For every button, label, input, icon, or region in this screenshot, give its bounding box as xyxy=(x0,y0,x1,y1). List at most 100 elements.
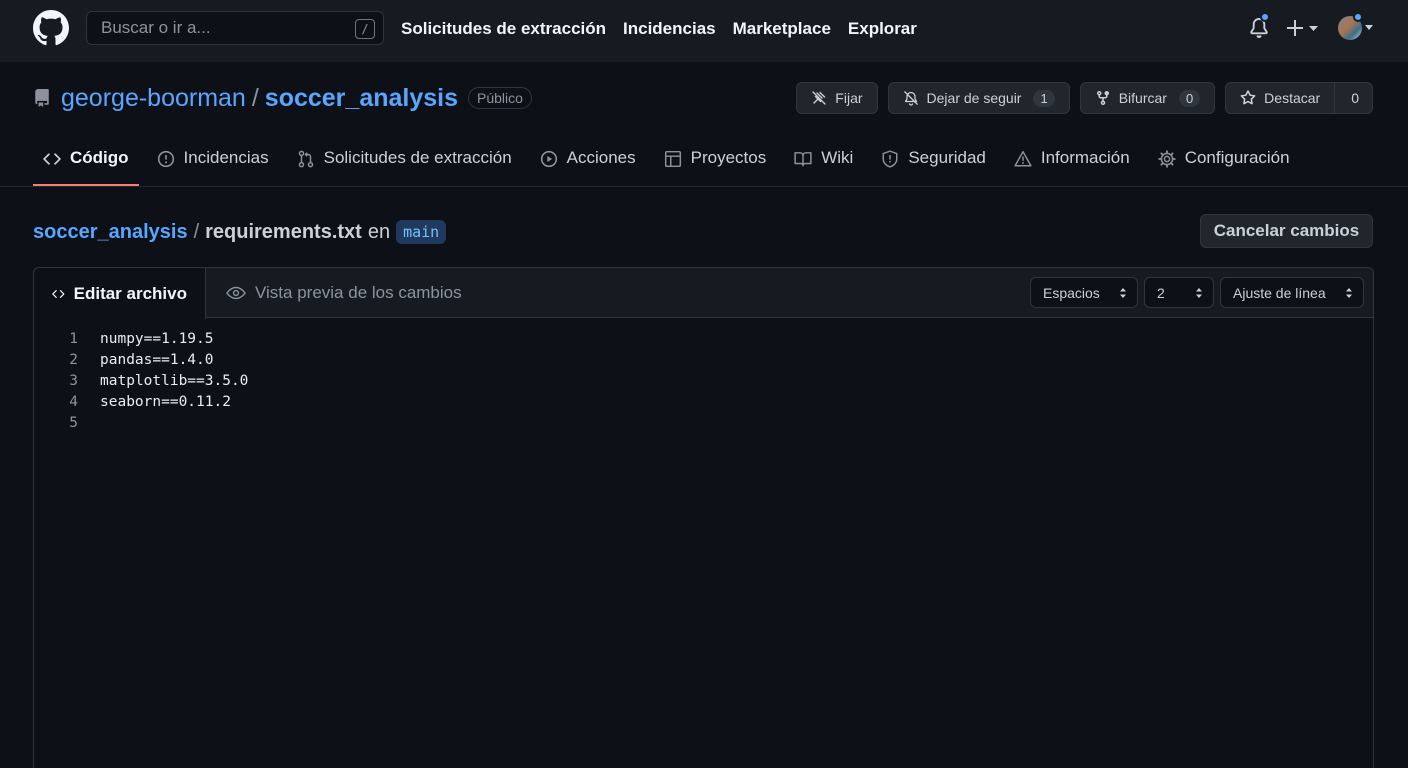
tab-insights-label: Información xyxy=(1040,148,1130,167)
line-text[interactable]: pandas==1.4.0 xyxy=(100,352,214,368)
star-icon xyxy=(1240,90,1256,105)
visibility-badge: Público xyxy=(468,87,532,109)
pull-request-icon xyxy=(298,150,313,168)
chevron-down-icon[interactable] xyxy=(1365,25,1373,30)
pin-off-icon xyxy=(812,91,826,105)
search-shortcut-key: / xyxy=(355,19,375,39)
search-input[interactable] xyxy=(101,18,341,38)
repo-actions: Fijar Dejar de seguir 1 Bifurcar 0 Desta… xyxy=(796,82,1373,114)
tab-wiki[interactable]: Wiki xyxy=(784,138,863,186)
indent-mode-value: Espacios xyxy=(1043,284,1100,301)
star-label: Destacar xyxy=(1264,90,1321,106)
tab-edit-file[interactable]: Editar archivo xyxy=(34,268,206,319)
tab-preview-changes[interactable]: Vista previa de los cambios xyxy=(208,268,480,318)
line-text[interactable]: matplotlib==3.5.0 xyxy=(100,373,248,389)
cancel-changes-button[interactable]: Cancelar cambios xyxy=(1200,214,1373,248)
breadcrumb-separator: / xyxy=(193,220,200,243)
code-line[interactable]: 5 xyxy=(34,412,1373,433)
line-text[interactable]: seaborn==0.11.2 xyxy=(100,394,231,410)
notification-dot xyxy=(1260,12,1270,22)
breadcrumb: soccer_analysis / requirements.txt en ma… xyxy=(33,218,447,246)
tab-projects-label: Proyectos xyxy=(690,148,767,167)
code-editor[interactable]: 1 numpy==1.19.5 2 pandas==1.4.0 3 matplo… xyxy=(34,328,1373,433)
search-box[interactable]: / xyxy=(86,11,384,45)
watchers-count: 1 xyxy=(1033,89,1055,107)
tab-issues[interactable]: Incidencias xyxy=(147,138,279,186)
line-number: 4 xyxy=(69,393,78,410)
select-arrows-icon xyxy=(1196,288,1202,298)
plus-icon[interactable] xyxy=(1286,17,1322,39)
bell-slash-icon xyxy=(903,91,918,106)
pin-button[interactable]: Fijar xyxy=(796,82,878,114)
repo-tabs: Código Incidencias Solicitudes de extrac… xyxy=(33,138,1308,186)
tab-projects[interactable]: Proyectos xyxy=(654,138,777,186)
editor-toolbar: Editar archivo Vista previa de los cambi… xyxy=(34,268,1373,319)
line-number: 2 xyxy=(69,351,78,368)
github-logo-icon[interactable] xyxy=(33,10,69,46)
code-line[interactable]: 3 matplotlib==3.5.0 xyxy=(34,370,1373,391)
repo-icon xyxy=(35,89,49,107)
tabs-divider xyxy=(0,186,1408,187)
play-icon xyxy=(540,150,557,168)
fork-icon xyxy=(1096,91,1109,106)
tab-security[interactable]: Seguridad xyxy=(871,138,996,186)
fork-button[interactable]: Bifurcar 0 xyxy=(1079,82,1216,114)
breadcrumb-en: en xyxy=(367,220,391,243)
wrap-mode-select[interactable]: Ajuste de línea xyxy=(1220,277,1364,308)
indent-size-select[interactable]: 2 xyxy=(1144,277,1214,308)
tab-issues-label: Incidencias xyxy=(183,148,269,167)
code-line[interactable]: 2 pandas==1.4.0 xyxy=(34,349,1373,370)
unwatch-button[interactable]: Dejar de seguir 1 xyxy=(887,82,1070,114)
shield-icon xyxy=(882,150,898,168)
gear-icon xyxy=(1157,150,1176,168)
tab-wiki-label: Wiki xyxy=(821,148,854,167)
star-button[interactable]: Destacar xyxy=(1225,82,1336,114)
line-number: 5 xyxy=(69,414,78,431)
table-icon xyxy=(664,150,681,168)
tab-insights[interactable]: Información xyxy=(1004,138,1140,186)
breadcrumb-repo-link[interactable]: soccer_analysis xyxy=(33,221,188,244)
line-number: 1 xyxy=(69,330,78,347)
nav-issues[interactable]: Incidencias xyxy=(623,19,716,39)
tab-pull-requests[interactable]: Solicitudes de extracción xyxy=(287,138,522,186)
star-button-group: Destacar 0 xyxy=(1225,82,1373,114)
repo-name-link[interactable]: soccer_analysis xyxy=(265,84,458,113)
repo-separator: / xyxy=(251,83,259,112)
forks-count: 0 xyxy=(1178,89,1201,107)
issue-icon xyxy=(157,150,174,168)
line-number: 3 xyxy=(69,372,78,389)
stars-count-button[interactable]: 0 xyxy=(1335,82,1373,114)
code-line[interactable]: 4 seaborn==0.11.2 xyxy=(34,391,1373,412)
pin-label: Fijar xyxy=(835,90,863,106)
global-header: / Solicitudes de extracción Incidencias … xyxy=(0,0,1408,62)
tab-actions-label: Acciones xyxy=(566,148,636,167)
eye-icon xyxy=(226,286,246,300)
line-text[interactable]: numpy==1.19.5 xyxy=(100,331,214,347)
file-editor: Editar archivo Vista previa de los cambi… xyxy=(33,267,1374,768)
global-nav: Solicitudes de extracción Incidencias Ma… xyxy=(401,0,934,58)
branch-badge[interactable]: main xyxy=(396,220,447,244)
indent-mode-select[interactable]: Espacios xyxy=(1030,277,1138,308)
nav-explore[interactable]: Explorar xyxy=(848,19,917,39)
select-arrows-icon xyxy=(1346,288,1352,298)
tab-settings-label: Configuración xyxy=(1184,148,1290,167)
tab-preview-changes-label: Vista previa de los cambios xyxy=(255,283,462,302)
indent-size-value: 2 xyxy=(1157,284,1165,301)
graph-icon xyxy=(1014,150,1032,167)
wrap-mode-value: Ajuste de línea xyxy=(1233,284,1326,301)
fork-label: Bifurcar xyxy=(1118,90,1167,106)
repo-title: george-boorman / soccer_analysis Público xyxy=(33,82,532,114)
repo-owner-link[interactable]: george-boorman xyxy=(61,84,246,113)
tab-actions[interactable]: Acciones xyxy=(530,138,646,186)
tab-code-label: Código xyxy=(70,148,129,167)
tab-settings[interactable]: Configuración xyxy=(1148,138,1300,186)
nav-marketplace[interactable]: Marketplace xyxy=(733,19,831,39)
book-icon xyxy=(794,152,812,167)
file-name: requirements.txt xyxy=(205,220,362,243)
tab-code[interactable]: Código xyxy=(33,138,139,186)
tab-edit-file-label: Editar archivo xyxy=(73,283,187,303)
unwatch-label: Dejar de seguir xyxy=(926,90,1022,106)
tab-pull-requests-label: Solicitudes de extracción xyxy=(323,148,512,167)
nav-pull-requests[interactable]: Solicitudes de extracción xyxy=(401,19,606,39)
code-line[interactable]: 1 numpy==1.19.5 xyxy=(34,328,1373,349)
